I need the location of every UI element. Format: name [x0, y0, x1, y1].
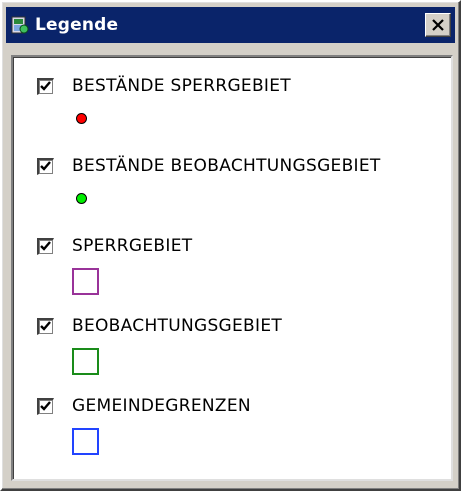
app-icon — [11, 16, 29, 34]
legend-item-label: BESTÄNDE BEOBACHTUNGSGEBIET — [72, 156, 381, 176]
legend-item-label: SPERRGEBIET — [72, 236, 193, 256]
legend-item-label: GEMEINDEGRENZEN — [72, 396, 251, 416]
legend-window: Legende BESTÄNDE SPERRGEBIET BESTÄNDE BE… — [0, 0, 461, 491]
legend-item-sperrgebiet: SPERRGEBIET — [13, 236, 451, 316]
polygon-symbol — [72, 348, 99, 375]
checkmark-icon — [40, 321, 51, 331]
point-symbol — [76, 113, 87, 124]
point-symbol — [76, 193, 87, 204]
checkmark-icon — [40, 401, 51, 411]
legend-item-label: BESTÄNDE SPERRGEBIET — [72, 76, 291, 96]
checkmark-icon — [40, 161, 51, 171]
checkmark-icon — [40, 241, 51, 251]
visibility-checkbox[interactable] — [37, 238, 54, 255]
legend-item-gemeindegrenzen: GEMEINDEGRENZEN — [13, 396, 451, 476]
legend-item-bestaende-beobachtungsgebiet: BESTÄNDE BEOBACHTUNGSGEBIET — [13, 156, 451, 236]
close-button[interactable] — [425, 13, 451, 37]
title-bar[interactable]: Legende — [6, 7, 455, 43]
legend-item-beobachtungsgebiet: BEOBACHTUNGSGEBIET — [13, 316, 451, 396]
polygon-symbol — [72, 428, 99, 455]
visibility-checkbox[interactable] — [37, 398, 54, 415]
polygon-symbol — [72, 268, 99, 295]
visibility-checkbox[interactable] — [37, 158, 54, 175]
window-title: Legende — [35, 15, 119, 35]
visibility-checkbox[interactable] — [37, 78, 54, 95]
visibility-checkbox[interactable] — [37, 318, 54, 335]
checkmark-icon — [40, 81, 51, 91]
close-icon — [432, 19, 444, 31]
legend-item-label: BEOBACHTUNGSGEBIET — [72, 316, 283, 336]
legend-item-bestaende-sperrgebiet: BESTÄNDE SPERRGEBIET — [13, 76, 451, 156]
legend-list: BESTÄNDE SPERRGEBIET BESTÄNDE BEOBACHTUN… — [11, 55, 453, 481]
